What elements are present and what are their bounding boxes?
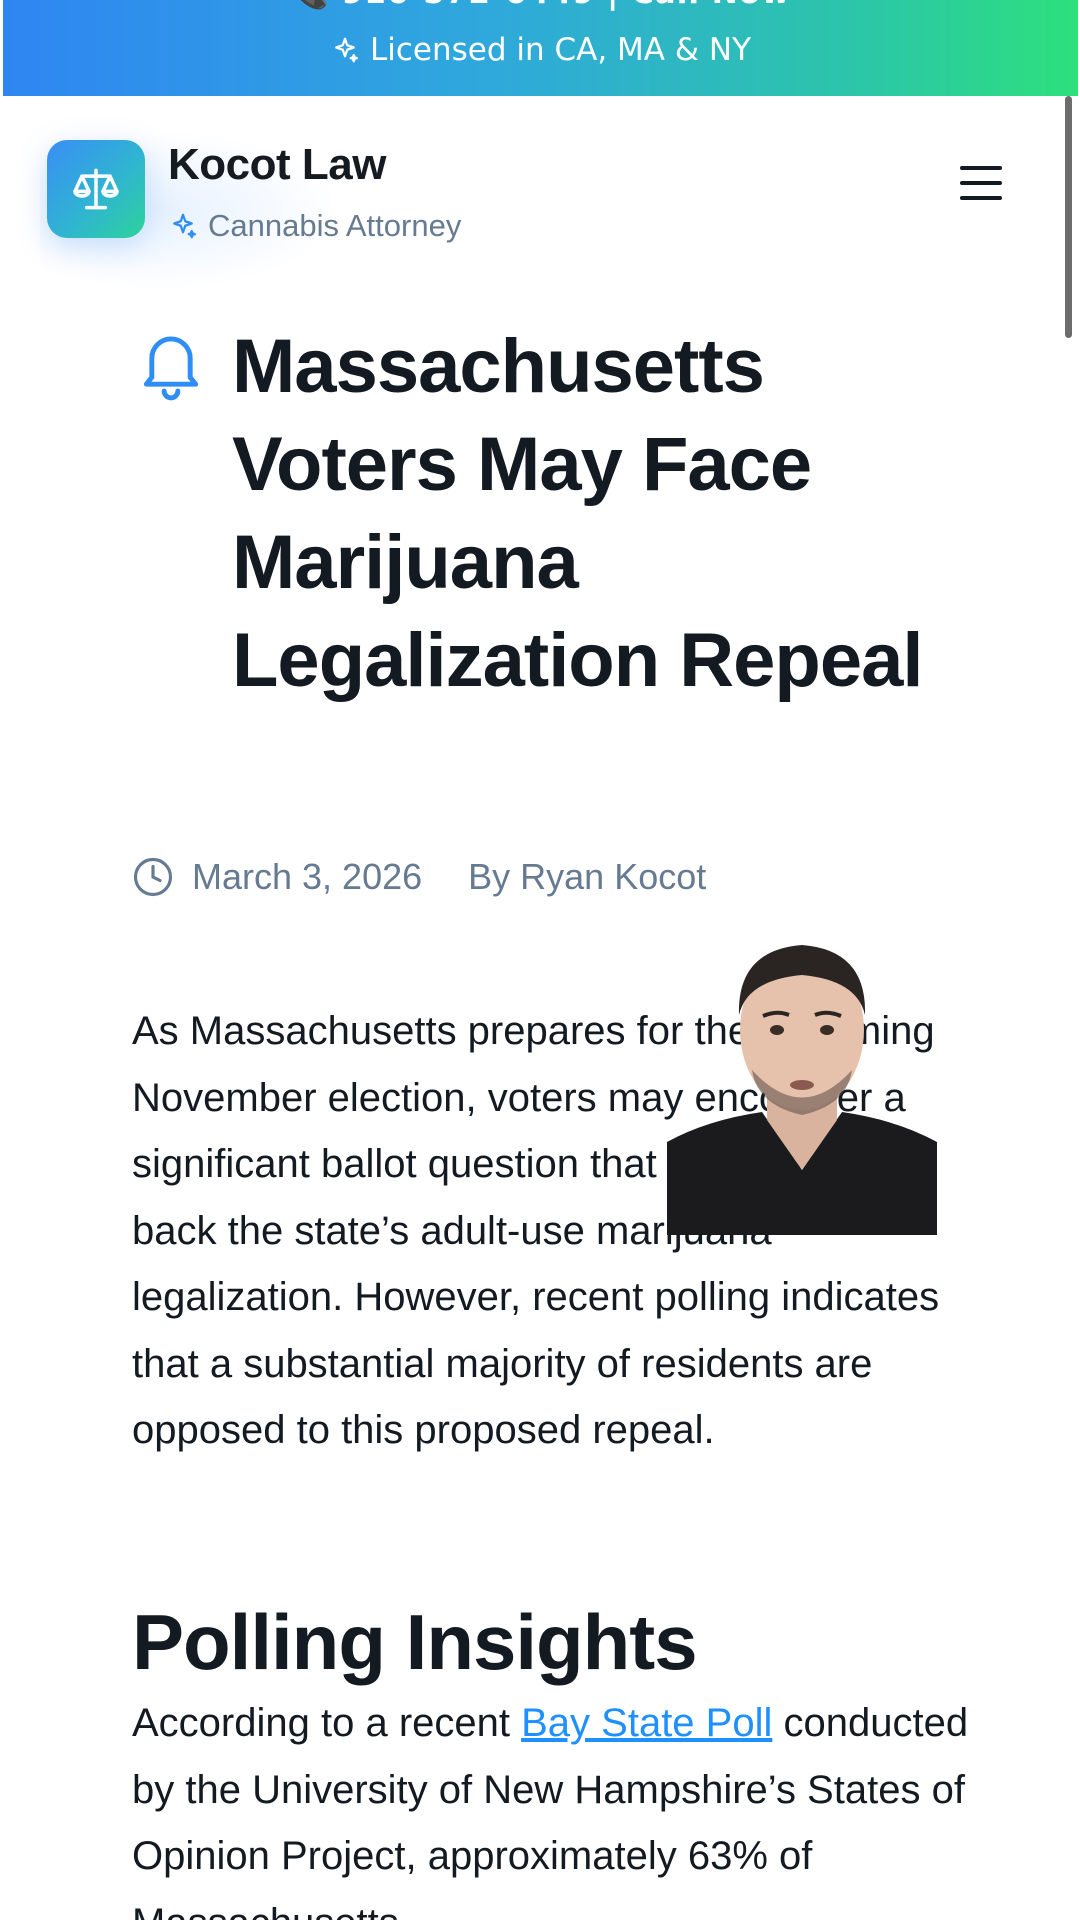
article-date: March 3, 2026	[192, 856, 423, 897]
article-title: Massachusetts Voters May Face Marijuana …	[232, 324, 924, 703]
page-scrollbar[interactable]	[1065, 96, 1072, 338]
section-paragraph: According to a recent Bay State Poll con…	[132, 1690, 972, 1920]
banner-license: Licensed in CA, MA & NY	[3, 32, 1078, 68]
clock-icon	[133, 857, 173, 897]
banner-phone-text[interactable]: 📞 916-572-6449 | Call Now	[3, 0, 1078, 11]
menu-line	[960, 181, 1002, 185]
speaker-video-overlay	[667, 945, 937, 1235]
bell-icon	[143, 336, 199, 401]
bay-state-poll-link[interactable]: Bay State Poll	[521, 1701, 772, 1745]
sparkle-icon	[335, 37, 358, 63]
brand-name[interactable]: Kocot Law	[168, 140, 386, 190]
brand-tagline-text: Cannabis Attorney	[208, 208, 462, 243]
scales-icon	[73, 168, 119, 210]
section-heading: Polling Insights	[132, 1598, 698, 1686]
site-logo[interactable]	[47, 140, 145, 238]
sparkle-icon	[173, 213, 196, 239]
menu-line	[960, 166, 1002, 170]
menu-line	[960, 196, 1002, 200]
banner-license-text: Licensed in CA, MA & NY	[369, 32, 752, 68]
section-text-before: According to a recent	[132, 1701, 522, 1745]
article-author[interactable]: By Ryan Kocot	[468, 856, 706, 898]
brand-tagline: Cannabis Attorney	[168, 208, 461, 244]
article-meta: March 3, 2026 By Ryan Kocot	[132, 856, 706, 898]
hamburger-menu-button[interactable]	[956, 166, 1006, 210]
top-banner[interactable]: 📞 916-572-6449 | Call Now Licensed in CA…	[3, 0, 1078, 96]
